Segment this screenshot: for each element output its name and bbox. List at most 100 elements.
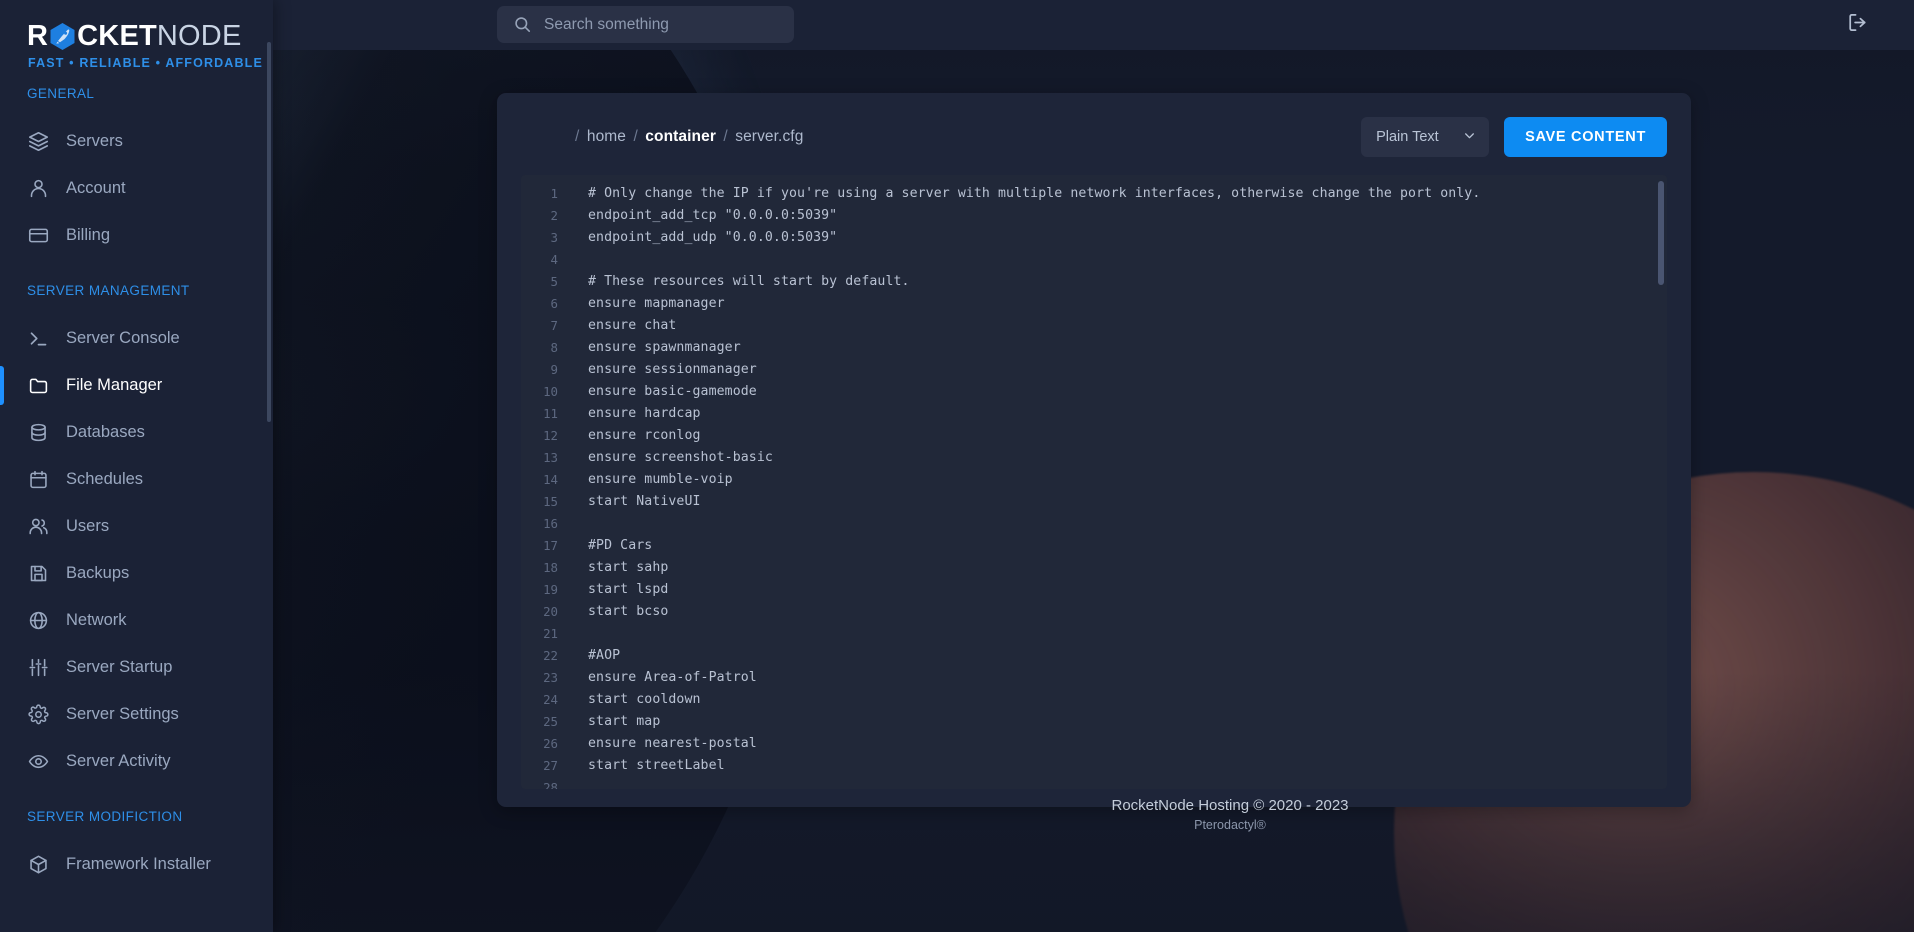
- code-line-number: 18: [521, 560, 567, 575]
- top-bar: [273, 0, 1914, 50]
- sidebar-item-label: Backups: [66, 564, 129, 583]
- logout-button[interactable]: [1842, 10, 1872, 40]
- code-line: 4: [521, 248, 1667, 270]
- code-line-content[interactable]: ensure hardcap: [567, 406, 701, 421]
- code-line-content[interactable]: ensure sessionmanager: [567, 362, 757, 377]
- breadcrumb-separator: /: [630, 128, 640, 145]
- sidebar-item-label: Databases: [66, 423, 145, 442]
- code-lines: 1# Only change the IP if you're using a …: [521, 182, 1667, 789]
- code-line: 11ensure hardcap: [521, 402, 1667, 424]
- save-disk-icon: [27, 562, 50, 585]
- code-line: 10ensure basic-gamemode: [521, 380, 1667, 402]
- code-line: 25start map: [521, 710, 1667, 732]
- code-line-number: 12: [521, 428, 567, 443]
- code-line: 2endpoint_add_tcp "0.0.0.0:5039": [521, 204, 1667, 226]
- sidebar-item-schedules[interactable]: Schedules: [0, 456, 273, 503]
- breadcrumb-separator: /: [720, 128, 730, 145]
- sidebar-item-backups[interactable]: Backups: [0, 550, 273, 597]
- code-line-content[interactable]: ensure nearest-postal: [567, 736, 757, 751]
- code-line-number: 11: [521, 406, 567, 421]
- code-line-number: 25: [521, 714, 567, 729]
- brand-logo[interactable]: R CKET NODE FAST • RELIABLE • AFFORDABLE: [0, 0, 273, 62]
- code-line-number: 26: [521, 736, 567, 751]
- sidebar-item-label: Server Startup: [66, 658, 172, 677]
- code-line: 22#AOP: [521, 644, 1667, 666]
- code-line-content[interactable]: start sahp: [567, 560, 668, 575]
- code-line-content[interactable]: #AOP: [567, 648, 620, 663]
- code-line: 18start sahp: [521, 556, 1667, 578]
- code-line-content[interactable]: # Only change the IP if you're using a s…: [567, 186, 1480, 201]
- sidebar-item-framework-installer[interactable]: Framework Installer: [0, 841, 273, 888]
- sidebar-item-databases[interactable]: Databases: [0, 409, 273, 456]
- sidebar-item-users[interactable]: Users: [0, 503, 273, 550]
- nav-section-general: GENERAL Servers Account: [0, 86, 273, 259]
- code-line: 6ensure mapmanager: [521, 292, 1667, 314]
- globe-icon: [27, 609, 50, 632]
- code-line-number: 6: [521, 296, 567, 311]
- code-line-content[interactable]: #PD Cars: [567, 538, 652, 553]
- code-line: 9ensure sessionmanager: [521, 358, 1667, 380]
- box-icon: [27, 853, 50, 876]
- code-line-content[interactable]: start NativeUI: [567, 494, 701, 509]
- code-line-content[interactable]: # These resources will start by default.: [567, 274, 910, 289]
- sidebar-item-label: Network: [66, 611, 127, 630]
- sidebar-item-file-manager[interactable]: File Manager: [0, 362, 273, 409]
- code-line-content[interactable]: endpoint_add_udp "0.0.0.0:5039": [567, 230, 837, 245]
- code-line-content[interactable]: ensure rconlog: [567, 428, 701, 443]
- code-line: 8ensure spawnmanager: [521, 336, 1667, 358]
- breadcrumb-item-container[interactable]: container: [645, 128, 716, 145]
- sidebar-item-billing[interactable]: Billing: [0, 212, 273, 259]
- code-line-content[interactable]: ensure chat: [567, 318, 676, 333]
- nav-section-title-server-management: SERVER MANAGEMENT: [0, 283, 273, 298]
- layers-icon: [27, 130, 50, 153]
- users-icon: [27, 515, 50, 538]
- code-line-content[interactable]: ensure spawnmanager: [567, 340, 741, 355]
- sidebar-item-label: Framework Installer: [66, 855, 211, 874]
- code-line-content[interactable]: ensure mapmanager: [567, 296, 725, 311]
- code-line: 5# These resources will start by default…: [521, 270, 1667, 292]
- language-select[interactable]: Plain Text: [1361, 117, 1489, 157]
- editor-scrollbar[interactable]: [1658, 181, 1664, 285]
- sidebar-item-label: Billing: [66, 226, 110, 245]
- code-line-number: 15: [521, 494, 567, 509]
- code-line: 23ensure Area-of-Patrol: [521, 666, 1667, 688]
- code-line-content[interactable]: ensure basic-gamemode: [567, 384, 757, 399]
- code-line-content[interactable]: start map: [567, 714, 660, 729]
- code-line-number: 24: [521, 692, 567, 707]
- sidebar-item-server-activity[interactable]: Server Activity: [0, 738, 273, 785]
- code-line: 28: [521, 776, 1667, 789]
- search-box[interactable]: [497, 6, 794, 43]
- code-line-content[interactable]: endpoint_add_tcp "0.0.0.0:5039": [567, 208, 837, 223]
- breadcrumb-item-home[interactable]: home: [587, 128, 626, 145]
- code-line-content[interactable]: start streetLabel: [567, 758, 725, 773]
- sliders-icon: [27, 656, 50, 679]
- main-content: / home / container / server.cfg Plain Te…: [273, 50, 1914, 932]
- code-line-content[interactable]: ensure Area-of-Patrol: [567, 670, 757, 685]
- eye-icon: [27, 750, 50, 773]
- chevron-down-icon: [1463, 129, 1476, 146]
- code-line: 27start streetLabel: [521, 754, 1667, 776]
- search-input[interactable]: [544, 16, 778, 34]
- logo-text-r: R: [27, 22, 48, 51]
- code-editor[interactable]: 1# Only change the IP if you're using a …: [521, 175, 1667, 789]
- sidebar-item-server-console[interactable]: Server Console: [0, 315, 273, 362]
- breadcrumb-separator: /: [572, 128, 582, 145]
- folder-icon: [27, 374, 50, 397]
- file-editor-header: / home / container / server.cfg Plain Te…: [521, 115, 1667, 159]
- code-line-content[interactable]: start lspd: [567, 582, 668, 597]
- code-line-content[interactable]: start bcso: [567, 604, 668, 619]
- footer-copyright: RocketNode Hosting © 2020 - 2023: [546, 797, 1914, 814]
- save-content-button[interactable]: SAVE CONTENT: [1504, 117, 1667, 157]
- code-line-content[interactable]: ensure mumble-voip: [567, 472, 733, 487]
- sidebar-item-server-startup[interactable]: Server Startup: [0, 644, 273, 691]
- sidebar-item-account[interactable]: Account: [0, 165, 273, 212]
- code-line-content[interactable]: ensure screenshot-basic: [567, 450, 773, 465]
- sidebar-item-server-settings[interactable]: Server Settings: [0, 691, 273, 738]
- sidebar-scrollbar[interactable]: [267, 42, 271, 422]
- sidebar-item-label: File Manager: [66, 376, 162, 395]
- database-icon: [27, 421, 50, 444]
- file-editor-card: / home / container / server.cfg Plain Te…: [497, 93, 1691, 807]
- sidebar-item-network[interactable]: Network: [0, 597, 273, 644]
- sidebar-item-servers[interactable]: Servers: [0, 118, 273, 165]
- code-line-content[interactable]: start cooldown: [567, 692, 701, 707]
